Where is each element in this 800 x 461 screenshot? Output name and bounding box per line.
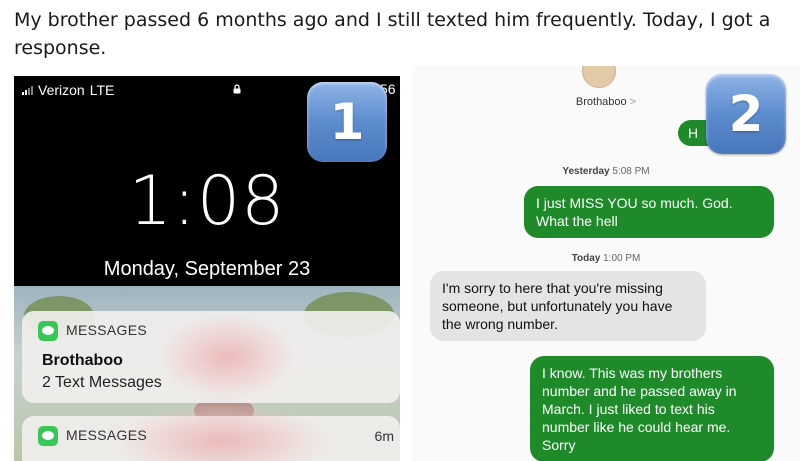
post-title: My brother passed 6 months ago and I sti… xyxy=(14,9,771,59)
messages-app-icon xyxy=(38,426,58,446)
notification-body: 2 Text Messages xyxy=(42,374,162,391)
messages-app-icon xyxy=(38,321,58,341)
network-type: LTE xyxy=(89,82,115,98)
contact-name: Brothaboo xyxy=(575,96,627,108)
notification-messages[interactable]: MESSAGES Brothaboo 2 Text Messages xyxy=(22,311,400,403)
message-bubble-received: I'm sorry to here that you're missing so… xyxy=(430,271,706,341)
timestamp-time: 5:08 PM xyxy=(612,166,650,177)
notification-messages[interactable]: MESSAGES 6m xyxy=(22,406,400,461)
timestamp-time: 1:00 PM xyxy=(603,253,641,264)
timestamp: Today 1:00 PM xyxy=(412,253,800,264)
timestamp-day: Yesterday xyxy=(562,166,610,177)
lock-date: Monday, September 23 xyxy=(103,258,311,280)
number-two-badge: 2 xyxy=(706,74,786,154)
carrier-name: Verizon xyxy=(38,82,85,98)
notification-time: 6m xyxy=(374,428,394,444)
lock-clock: 1:08 xyxy=(128,162,286,241)
message-bubble-sent: I just MISS YOU so much. God. What the h… xyxy=(524,186,774,238)
status-bar: Verizon LTE xyxy=(22,82,114,98)
notification-sender: Brothaboo xyxy=(42,352,123,369)
contact-avatar[interactable] xyxy=(582,66,616,88)
timestamp: Yesterday 5:08 PM xyxy=(412,166,800,177)
number-one-badge: 1 xyxy=(307,82,387,162)
signal-strength-icon xyxy=(22,85,33,95)
message-bubble-sent: I know. This was my brothers number and … xyxy=(530,356,774,461)
blurred-area xyxy=(162,317,292,397)
timestamp-day: Today xyxy=(571,253,601,264)
padlock-icon xyxy=(233,84,241,94)
blurred-area xyxy=(122,406,322,461)
chevron-right-icon: > xyxy=(629,96,637,108)
notification-app-name: MESSAGES xyxy=(66,427,147,443)
notification-app-name: MESSAGES xyxy=(66,322,147,338)
